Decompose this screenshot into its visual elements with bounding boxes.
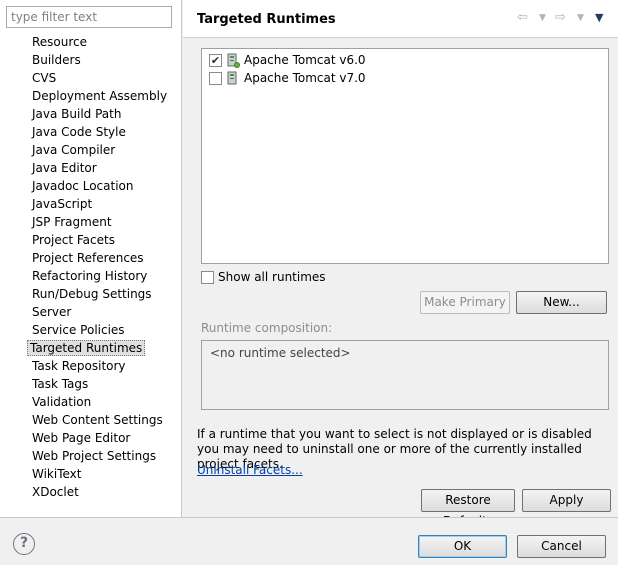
show-all-runtimes[interactable]: Show all runtimes bbox=[201, 270, 326, 284]
nav-item[interactable]: XDoclet bbox=[0, 483, 182, 501]
nav-item[interactable]: Web Page Editor bbox=[0, 429, 182, 447]
view-menu-icon[interactable]: ▼ bbox=[595, 11, 603, 24]
server-icon bbox=[227, 53, 240, 68]
property-page: Targeted Runtimes ⇦ ▼ ⇨ ▼ ▼ ✔ Apache Tom… bbox=[183, 0, 618, 528]
nav-item[interactable]: Project Facets bbox=[0, 231, 182, 249]
runtime-row[interactable]: ✔ Apache Tomcat v6.0 bbox=[209, 51, 366, 69]
runtime-checkbox[interactable] bbox=[209, 71, 222, 85]
runtime-label: Apache Tomcat v7.0 bbox=[244, 71, 366, 85]
nav-item[interactable]: Builders bbox=[0, 51, 182, 69]
runtime-checkbox[interactable]: ✔ bbox=[209, 53, 222, 67]
composition-value: <no runtime selected> bbox=[210, 346, 351, 360]
nav-item[interactable]: Java Code Style bbox=[0, 123, 182, 141]
nav-item[interactable]: Task Tags bbox=[0, 375, 182, 393]
nav-item[interactable]: Javadoc Location bbox=[0, 177, 182, 195]
nav-item[interactable]: Server bbox=[0, 303, 182, 321]
nav-item[interactable]: WikiText bbox=[0, 465, 182, 483]
uninstall-facets-link[interactable]: Uninstall Facets... bbox=[197, 463, 303, 477]
page-title: Targeted Runtimes bbox=[197, 12, 336, 27]
ok-button[interactable]: OK bbox=[418, 535, 507, 558]
nav-item[interactable]: Web Content Settings bbox=[0, 411, 182, 429]
nav-item[interactable]: Run/Debug Settings bbox=[0, 285, 182, 303]
server-icon bbox=[227, 71, 237, 84]
dialog-button-bar: ? OK Cancel bbox=[0, 517, 618, 565]
back-dropdown-icon[interactable]: ▼ bbox=[539, 13, 546, 23]
runtime-row[interactable]: Apache Tomcat v7.0 bbox=[209, 69, 366, 87]
new-button[interactable]: New... bbox=[516, 291, 607, 314]
nav-item[interactable]: Deployment Assembly bbox=[0, 87, 182, 105]
nav-item[interactable]: Java Compiler bbox=[0, 141, 182, 159]
nav-item[interactable]: Project References bbox=[0, 249, 182, 267]
show-all-checkbox[interactable] bbox=[201, 270, 214, 284]
nav-item[interactable]: Service Policies bbox=[0, 321, 182, 339]
nav-item[interactable]: Task Repository bbox=[0, 357, 182, 375]
forward-dropdown-icon[interactable]: ▼ bbox=[577, 13, 584, 23]
preferences-tree-pane: Resource Builders CVS Deployment Assembl… bbox=[0, 0, 182, 517]
nav-list: Resource Builders CVS Deployment Assembl… bbox=[0, 33, 182, 501]
show-all-label: Show all runtimes bbox=[218, 270, 326, 284]
nav-item[interactable]: Refactoring History bbox=[0, 267, 182, 285]
apply-button[interactable]: Apply bbox=[522, 489, 611, 512]
page-header: Targeted Runtimes ⇦ ▼ ⇨ ▼ ▼ bbox=[183, 0, 618, 38]
runtime-label: Apache Tomcat v6.0 bbox=[244, 53, 366, 67]
nav-item-selected[interactable]: Targeted Runtimes bbox=[0, 339, 182, 357]
make-primary-button[interactable]: Make Primary bbox=[420, 291, 510, 314]
nav-item[interactable]: Resource bbox=[0, 33, 182, 51]
composition-label: Runtime composition: bbox=[201, 321, 333, 335]
forward-arrow-icon[interactable]: ⇨ bbox=[555, 10, 566, 25]
back-arrow-icon[interactable]: ⇦ bbox=[517, 10, 528, 25]
nav-item[interactable]: Java Editor bbox=[0, 159, 182, 177]
composition-box: <no runtime selected> bbox=[201, 340, 609, 410]
runtime-list: ✔ Apache Tomcat v6.0 Apache Tomcat v7.0 bbox=[201, 48, 609, 264]
restore-defaults-button[interactable]: Restore Defaults bbox=[421, 489, 515, 528]
help-icon[interactable]: ? bbox=[13, 533, 35, 555]
nav-item[interactable]: Web Project Settings bbox=[0, 447, 182, 465]
nav-item[interactable]: JSP Fragment bbox=[0, 213, 182, 231]
nav-item[interactable]: Java Build Path bbox=[0, 105, 182, 123]
nav-item[interactable]: JavaScript bbox=[0, 195, 182, 213]
nav-item[interactable]: Validation bbox=[0, 393, 182, 411]
filter-input[interactable] bbox=[6, 6, 172, 28]
nav-item[interactable]: CVS bbox=[0, 69, 182, 87]
cancel-button[interactable]: Cancel bbox=[517, 535, 606, 558]
